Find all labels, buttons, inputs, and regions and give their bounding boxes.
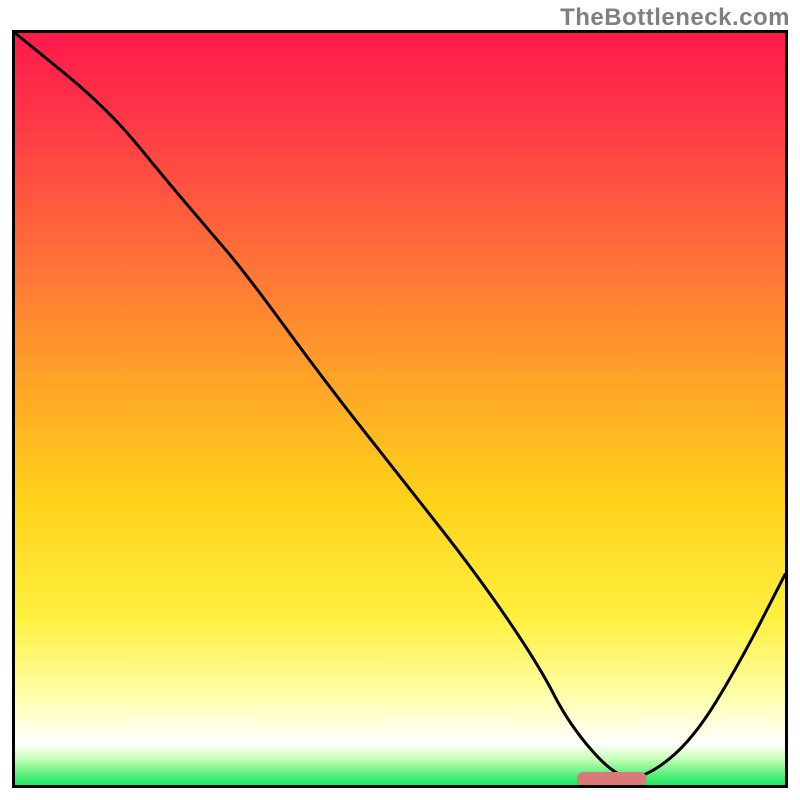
chart-overlay (15, 33, 785, 785)
bottleneck-curve (15, 33, 785, 777)
chart-container: TheBottleneck.com (0, 0, 800, 800)
optimal-marker (577, 772, 646, 785)
plot-frame (12, 30, 788, 788)
watermark-text: TheBottleneck.com (560, 4, 790, 32)
